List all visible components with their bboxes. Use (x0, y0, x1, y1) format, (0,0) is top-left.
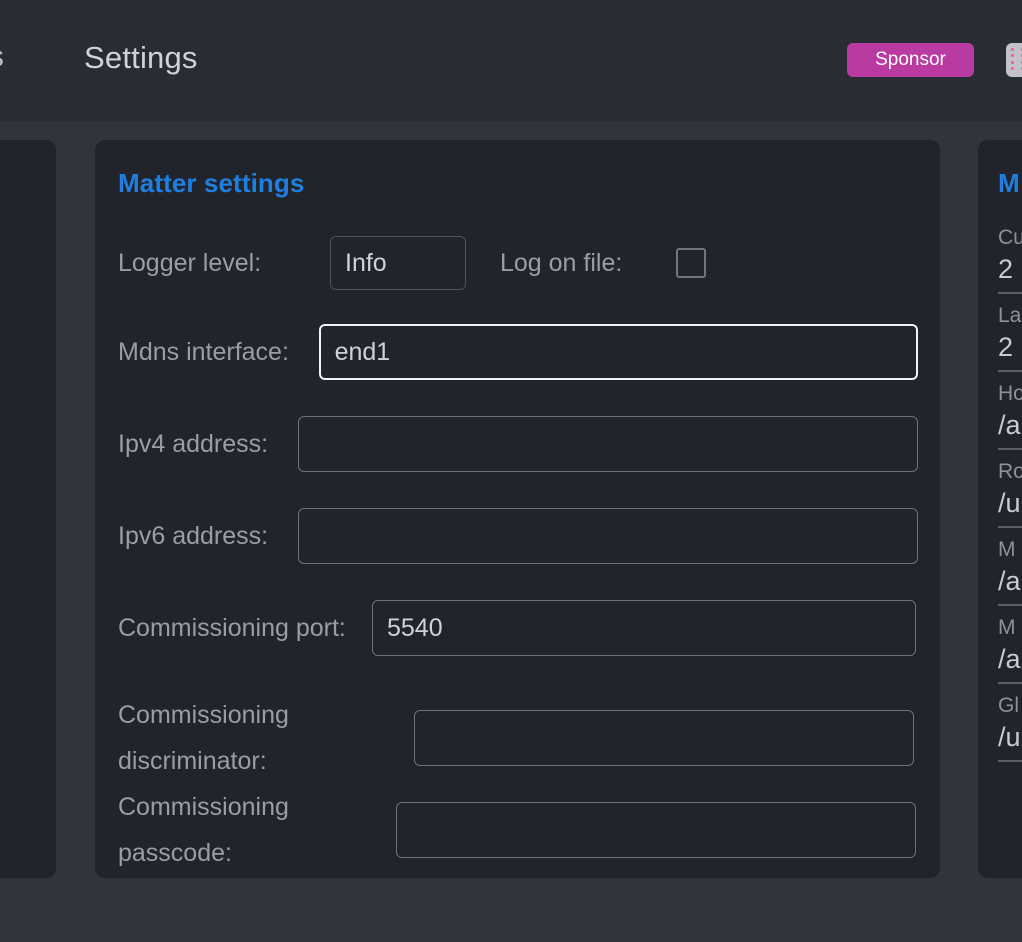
commissioning-passcode-input[interactable] (396, 802, 916, 858)
info-row-label: La (998, 304, 1022, 327)
info-row: Gl /u (998, 692, 1022, 754)
info-row-divider (998, 760, 1022, 762)
sponsor-button[interactable]: Sponsor (847, 43, 974, 77)
mdns-interface-label: Mdns interface: (118, 338, 289, 366)
sponsor-heart-button[interactable] (1006, 43, 1022, 77)
info-row-value: 2 (998, 254, 1014, 284)
commissioning-port-input[interactable] (372, 600, 916, 656)
info-row-divider (998, 292, 1022, 294)
info-row-label: Ro (998, 460, 1022, 483)
row-mdns-interface: Mdns interface: (118, 324, 918, 380)
logger-level-select[interactable]: Info (330, 236, 466, 290)
info-card-list: Cu 2 La 2 Ho /a Ro /u M /a M /a Gl /u (998, 224, 1022, 770)
info-row-label: M (998, 616, 1016, 639)
row-commissioning-passcode: Commissioning passcode: (118, 784, 918, 876)
commissioning-discriminator-label: Commissioning discriminator: (118, 701, 289, 775)
ipv4-address-label: Ipv4 address: (118, 430, 269, 458)
info-row-label: Gl (998, 694, 1019, 717)
card-left-truncated (0, 140, 56, 878)
commissioning-passcode-label: Commissioning passcode: (118, 793, 289, 867)
info-row: La 2 (998, 302, 1022, 364)
nav-tab-truncated[interactable]: gs (0, 40, 4, 74)
info-row-value: /u (998, 722, 1021, 752)
info-row: Ho /a (998, 380, 1022, 442)
ipv4-address-input[interactable] (298, 416, 918, 472)
info-row-divider (998, 682, 1022, 684)
ipv6-address-input[interactable] (298, 508, 918, 564)
ipv6-address-label: Ipv6 address: (118, 522, 269, 550)
row-commissioning-port: Commissioning port: (118, 600, 918, 656)
info-row: M /a (998, 536, 1022, 598)
info-row-value: /a (998, 566, 1021, 596)
info-row-value: /u (998, 488, 1021, 518)
page-content: Matter settings Logger level: Info Log o… (0, 121, 1022, 942)
info-row-divider (998, 370, 1022, 372)
info-row: Ro /u (998, 458, 1022, 520)
info-row-divider (998, 526, 1022, 528)
app-header-bar: gs Settings Sponsor (0, 0, 1022, 121)
info-row-value: /a (998, 410, 1021, 440)
info-row-divider (998, 448, 1022, 450)
info-row: M /a (998, 614, 1022, 676)
row-logger-level: Logger level: Info Log on file: (118, 236, 918, 290)
info-row-label: Cu (998, 226, 1022, 249)
info-row-divider (998, 604, 1022, 606)
log-on-file-checkbox[interactable] (676, 248, 706, 278)
logger-level-label: Logger level: (118, 249, 262, 277)
info-row-value: /a (998, 644, 1021, 674)
info-row-label: Ho (998, 382, 1022, 405)
row-ipv6-address: Ipv6 address: (118, 508, 918, 564)
info-row-label: M (998, 538, 1016, 561)
matter-settings-title: Matter settings (118, 168, 305, 198)
matter-settings-card: Matter settings Logger level: Info Log o… (95, 140, 940, 878)
info-card-title: M (998, 168, 1020, 198)
info-row: Cu 2 (998, 224, 1022, 286)
mdns-interface-input[interactable] (318, 324, 918, 380)
commissioning-discriminator-input[interactable] (414, 710, 914, 766)
page-title: Settings (84, 40, 198, 75)
row-ipv4-address: Ipv4 address: (118, 416, 918, 472)
heart-dots-icon (1011, 48, 1022, 72)
commissioning-port-label: Commissioning port: (118, 614, 346, 642)
info-row-value: 2 (998, 332, 1014, 362)
row-commissioning-discriminator: Commissioning discriminator: (118, 692, 918, 784)
log-on-file-label: Log on file: (500, 249, 623, 277)
matterbridge-info-card-truncated: M Cu 2 La 2 Ho /a Ro /u M /a M /a Gl /u (978, 140, 1022, 878)
